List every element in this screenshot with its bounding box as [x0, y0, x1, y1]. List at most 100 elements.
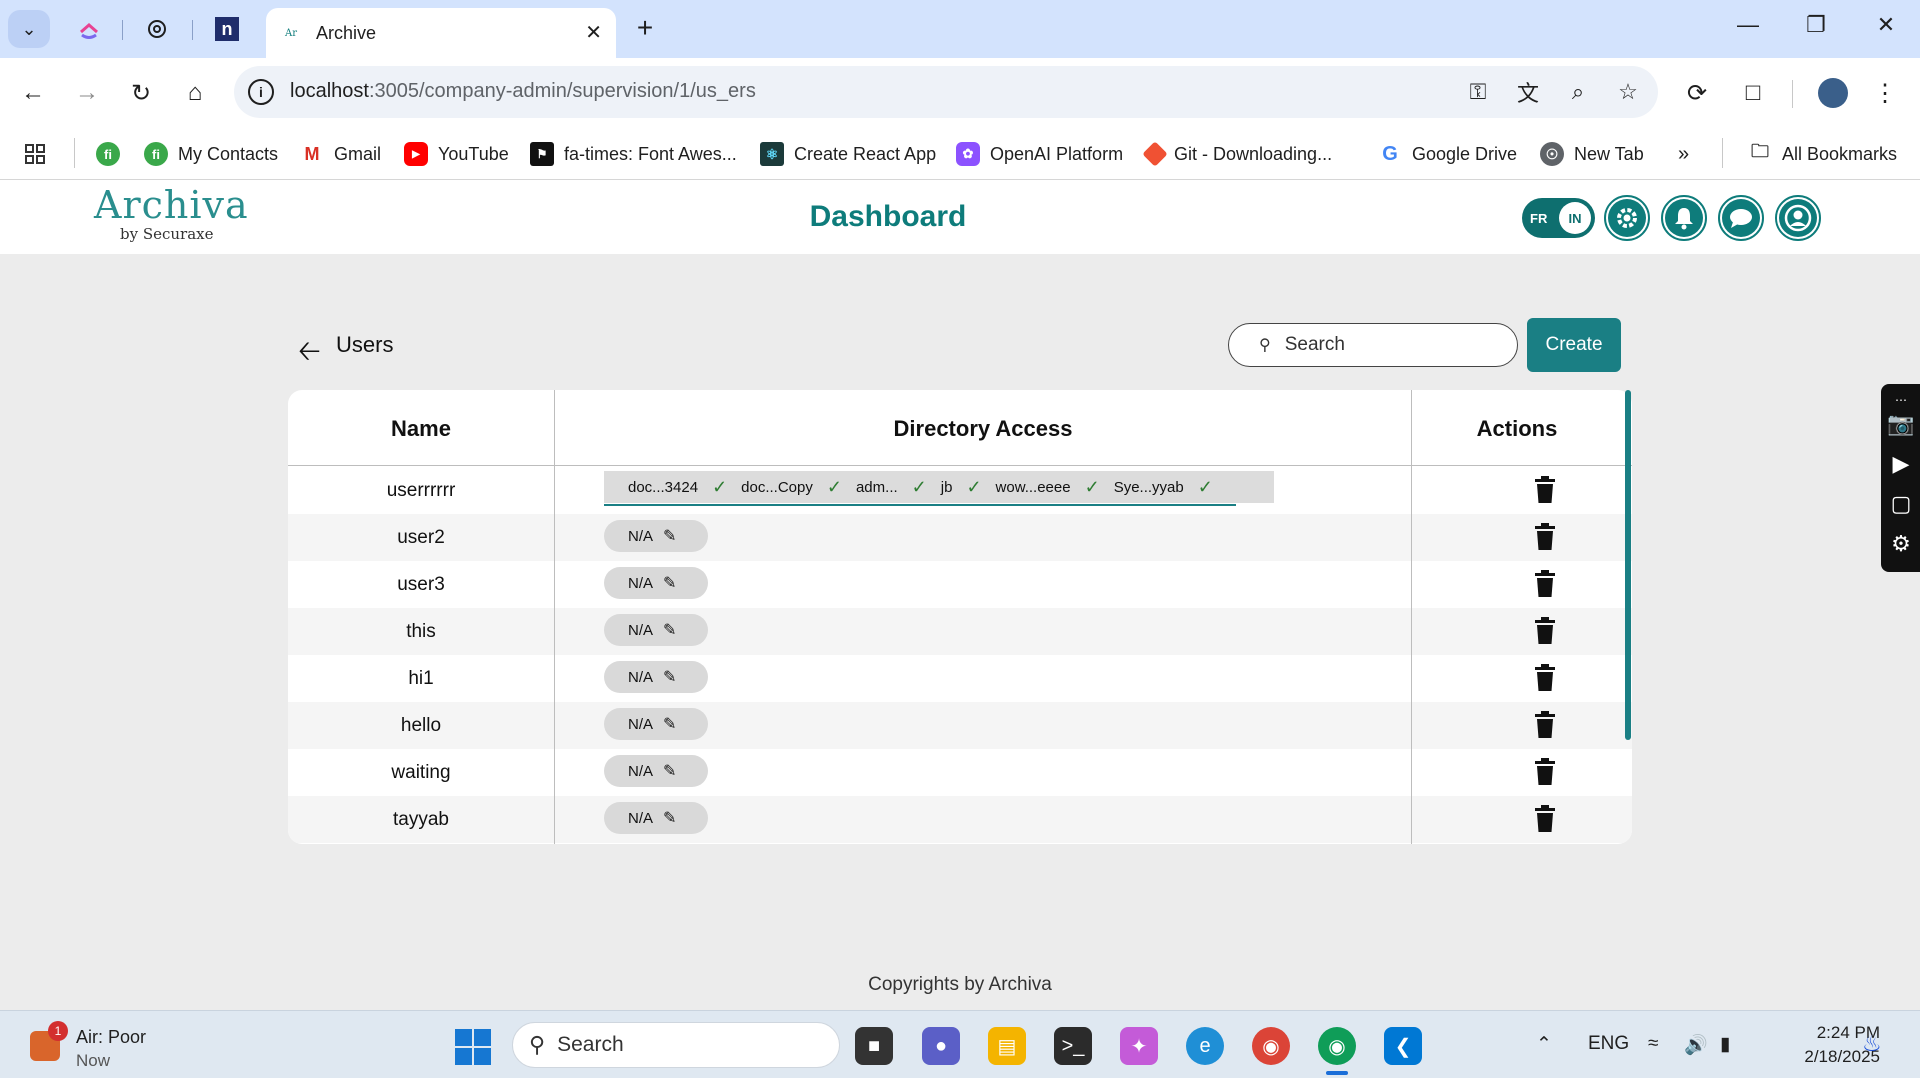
- create-user-button[interactable]: Create: [1527, 318, 1621, 372]
- password-key-icon[interactable]: ⚿: [1464, 78, 1492, 106]
- taskbar-search-box[interactable]: ⚲ Search: [512, 1022, 840, 1068]
- window-capture-icon[interactable]: ▢: [1887, 490, 1915, 518]
- wifi-icon[interactable]: ≈: [1648, 1033, 1658, 1055]
- edit-icon[interactable]: ✎: [663, 526, 676, 546]
- browser-menu-icon[interactable]: ⋮: [1868, 76, 1902, 110]
- show-hidden-icons-chevron-icon[interactable]: ⌃: [1536, 1033, 1552, 1056]
- directory-item[interactable]: adm...: [856, 479, 898, 496]
- delete-trash-icon[interactable]: [1533, 711, 1557, 739]
- directory-item[interactable]: Sye...yyab: [1114, 479, 1184, 496]
- new-tab-button[interactable]: +: [630, 12, 660, 44]
- close-tab-icon[interactable]: ✕: [585, 20, 602, 45]
- close-window-button[interactable]: ✕: [1866, 12, 1906, 38]
- table-scrollbar[interactable]: [1625, 390, 1631, 740]
- chrome-icon[interactable]: ◉: [1252, 1027, 1290, 1065]
- directory-scrollbar[interactable]: [604, 504, 1236, 506]
- users-search-input[interactable]: [1284, 334, 1465, 356]
- bookmark-new-tab[interactable]: ☉ New Tab: [1540, 140, 1644, 168]
- bookmark-openai-platform[interactable]: ✿ OpenAI Platform: [956, 140, 1123, 168]
- input-language[interactable]: ENG: [1588, 1033, 1629, 1055]
- delete-trash-icon[interactable]: [1533, 617, 1557, 645]
- directory-access-list[interactable]: doc...3424 ✓ doc...Copy ✓ adm... ✓ jb ✓ wow.…: [604, 471, 1274, 503]
- edit-icon[interactable]: ✎: [663, 667, 676, 687]
- file-explorer-icon[interactable]: ▤: [988, 1027, 1026, 1065]
- settings-button[interactable]: [1604, 195, 1650, 241]
- terminal-icon[interactable]: >_: [1054, 1027, 1092, 1065]
- weather-widget[interactable]: 1 Air: Poor Now: [30, 1021, 160, 1070]
- notification-bell-icon[interactable]: ♨: [1862, 1031, 1882, 1057]
- directory-access-chip[interactable]: N/A ✎: [604, 708, 708, 740]
- active-tab[interactable]: Ar Archive ✕: [266, 8, 616, 58]
- zoom-icon[interactable]: ⌕: [1564, 78, 1592, 106]
- delete-trash-icon[interactable]: [1533, 523, 1557, 551]
- home-button[interactable]: ⌂: [178, 76, 212, 110]
- profile-button[interactable]: [1775, 195, 1821, 241]
- directory-access-chip[interactable]: N/A ✎: [604, 614, 708, 646]
- edit-icon[interactable]: ✎: [663, 573, 676, 593]
- notifications-button[interactable]: [1661, 195, 1707, 241]
- edit-icon[interactable]: ✎: [663, 620, 676, 640]
- pinned-tab-chatgpt[interactable]: [142, 14, 172, 44]
- sync-extension-icon[interactable]: ⟳: [1680, 76, 1714, 110]
- edit-icon[interactable]: ✎: [663, 761, 676, 781]
- bookmark-my-contacts[interactable]: fi My Contacts: [144, 140, 278, 168]
- teams-chat-icon[interactable]: ●: [922, 1027, 960, 1065]
- archiva-logo[interactable]: Archiva by Securaxe: [94, 184, 248, 246]
- delete-trash-icon[interactable]: [1533, 664, 1557, 692]
- restore-window-button[interactable]: ❐: [1796, 12, 1836, 38]
- settings-gear-icon[interactable]: ⚙: [1887, 530, 1915, 558]
- battery-icon[interactable]: ▮: [1720, 1033, 1730, 1056]
- video-camera-icon[interactable]: ▶: [1887, 450, 1915, 478]
- camera-icon[interactable]: 📷: [1887, 410, 1915, 438]
- directory-item[interactable]: jb: [941, 479, 953, 496]
- users-search-box[interactable]: ⚲: [1228, 323, 1518, 367]
- delete-trash-icon[interactable]: [1533, 570, 1557, 598]
- delete-trash-icon[interactable]: [1533, 805, 1557, 833]
- tab-search-chevron-icon[interactable]: ⌄: [8, 10, 50, 48]
- bookmark-font-awesome[interactable]: ⚑ fa-times: Font Awes...: [530, 140, 737, 168]
- directory-access-chip[interactable]: N/A ✎: [604, 755, 708, 787]
- bookmark-google-drive[interactable]: G Google Drive: [1378, 140, 1517, 168]
- profile-avatar[interactable]: [1818, 78, 1848, 108]
- windows-start-button[interactable]: [455, 1029, 491, 1065]
- url-text[interactable]: localhost:3005/company-admin/supervision…: [290, 80, 756, 103]
- bookmark-all-bookmarks[interactable]: 🗀 All Bookmarks: [1748, 140, 1897, 168]
- directory-item[interactable]: doc...3424: [628, 479, 698, 496]
- directory-item[interactable]: wow...eeee: [996, 479, 1071, 496]
- bookmark-star-icon[interactable]: ☆: [1614, 78, 1642, 106]
- minimize-window-button[interactable]: —: [1728, 12, 1768, 38]
- directory-access-chip[interactable]: N/A ✎: [604, 567, 708, 599]
- directory-access-chip[interactable]: N/A ✎: [604, 661, 708, 693]
- chrome-profile-icon[interactable]: ◉: [1318, 1027, 1356, 1065]
- forward-button[interactable]: →: [70, 76, 104, 110]
- reload-button[interactable]: ↻: [124, 76, 158, 110]
- edge-browser-icon[interactable]: e: [1186, 1027, 1224, 1065]
- volume-icon[interactable]: 🔊: [1684, 1033, 1708, 1057]
- bookmark-create-react-app[interactable]: ⚛ Create React App: [760, 140, 936, 168]
- language-toggle[interactable]: FR IN: [1522, 198, 1595, 238]
- messages-button[interactable]: [1718, 195, 1764, 241]
- site-info-icon[interactable]: i: [248, 79, 274, 105]
- directory-item[interactable]: doc...Copy: [741, 479, 813, 496]
- back-arrow-icon[interactable]: 🡠: [298, 330, 321, 378]
- pinned-tab-clickup[interactable]: [74, 14, 104, 44]
- edit-icon[interactable]: ✎: [663, 808, 676, 828]
- vscode-icon[interactable]: ❮: [1384, 1027, 1422, 1065]
- bookmark-youtube[interactable]: ▶ YouTube: [404, 140, 509, 168]
- edit-icon[interactable]: ✎: [663, 714, 676, 734]
- pinned-tab-n[interactable]: n: [212, 14, 242, 44]
- task-view-icon[interactable]: ■: [855, 1027, 893, 1065]
- delete-trash-icon[interactable]: [1533, 476, 1557, 504]
- bookmark-git[interactable]: Git - Downloading...: [1142, 140, 1332, 168]
- bookmark-fi[interactable]: fi: [96, 140, 130, 168]
- directory-access-chip[interactable]: N/A ✎: [604, 520, 708, 552]
- back-button[interactable]: ←: [16, 76, 50, 110]
- apps-grid-icon[interactable]: [24, 140, 46, 168]
- directory-access-chip[interactable]: N/A ✎: [604, 802, 708, 834]
- copilot-icon[interactable]: ✦: [1120, 1027, 1158, 1065]
- more-bookmarks-chevron-icon[interactable]: »: [1678, 140, 1689, 168]
- translate-icon[interactable]: 文: [1514, 78, 1542, 106]
- delete-trash-icon[interactable]: [1533, 758, 1557, 786]
- bookmark-gmail[interactable]: M Gmail: [300, 140, 382, 168]
- extensions-puzzle-icon[interactable]: □: [1736, 76, 1770, 110]
